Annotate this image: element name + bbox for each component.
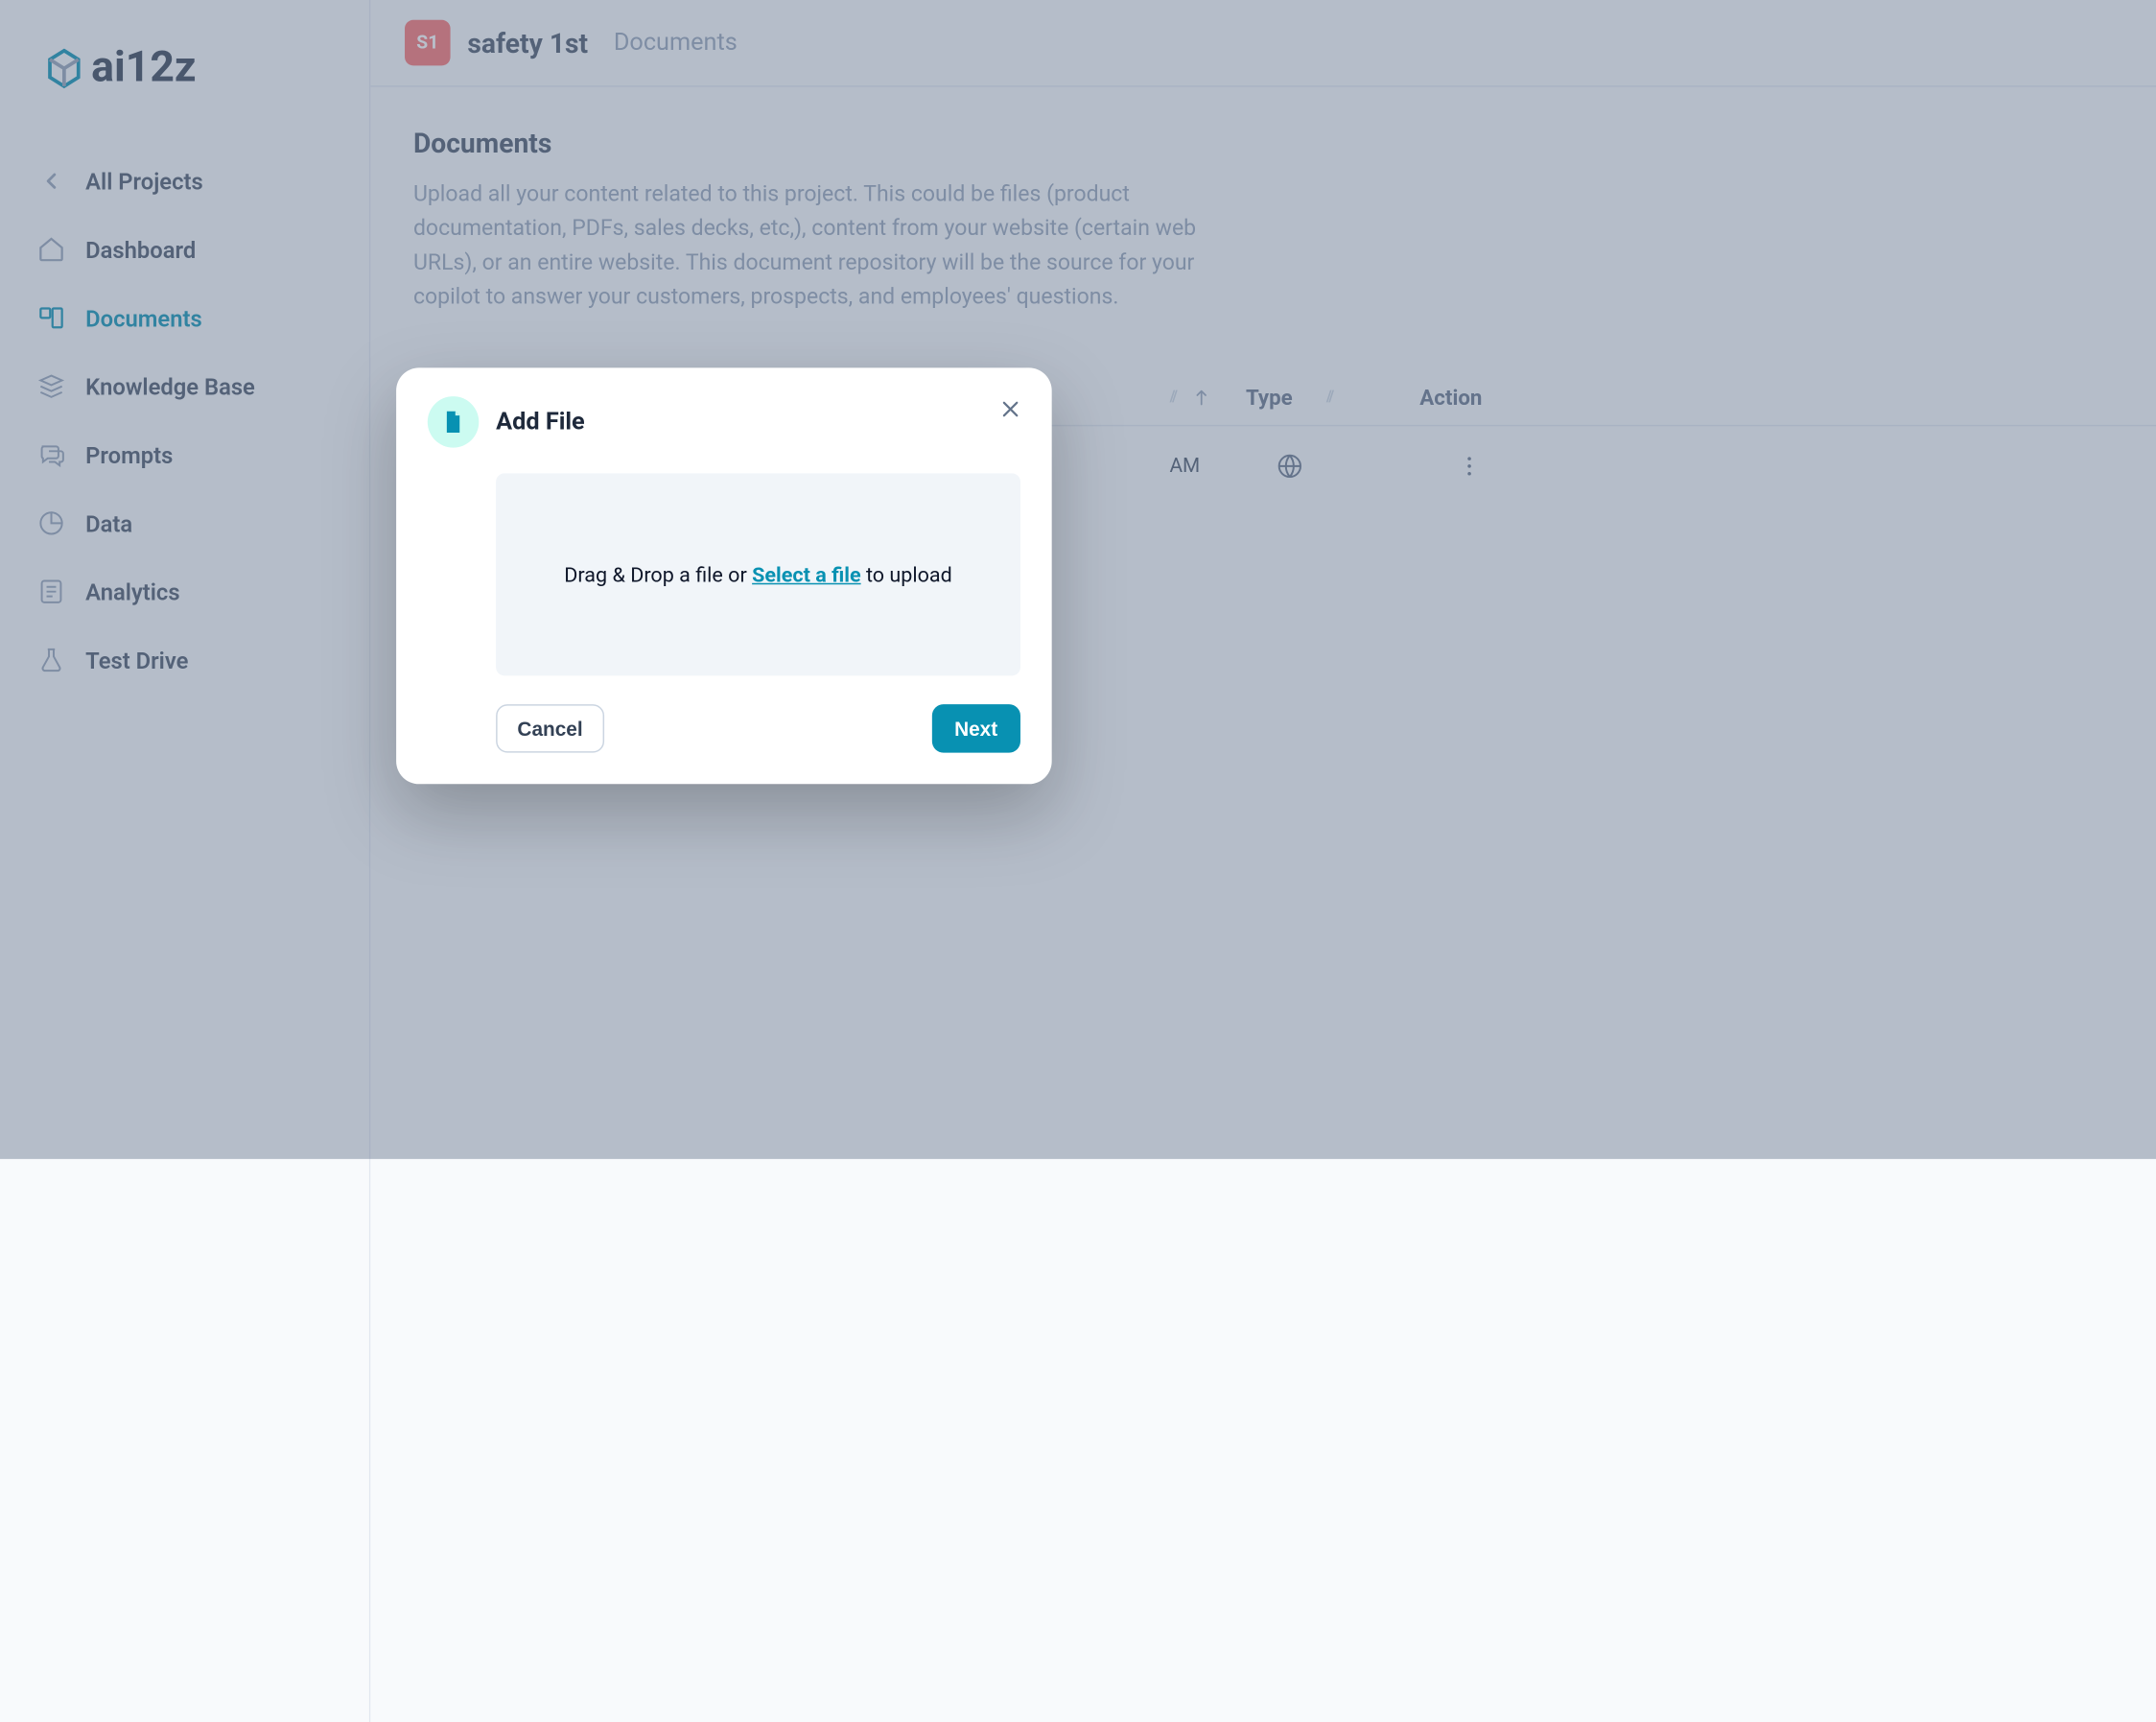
dropzone-suffix: to upload (861, 562, 952, 586)
cancel-button[interactable]: Cancel (496, 704, 604, 753)
close-icon (997, 396, 1023, 422)
modal-title: Add File (496, 408, 585, 436)
dropzone-text: Drag & Drop a file or Select a file to u… (564, 562, 952, 586)
dropzone-prefix: Drag & Drop a file or (564, 562, 752, 586)
file-icon (428, 396, 479, 447)
file-dropzone[interactable]: Drag & Drop a file or Select a file to u… (496, 473, 1020, 675)
add-file-modal: Add File Drag & Drop a file or Select a … (396, 367, 1052, 784)
modal-footer: Cancel Next (496, 704, 1020, 753)
close-button[interactable] (997, 396, 1023, 428)
select-file-link[interactable]: Select a file (752, 562, 860, 586)
modal-overlay[interactable]: Add File Drag & Drop a file or Select a … (0, 0, 2156, 1159)
next-button[interactable]: Next (931, 704, 1020, 753)
modal-header: Add File (428, 396, 1020, 447)
